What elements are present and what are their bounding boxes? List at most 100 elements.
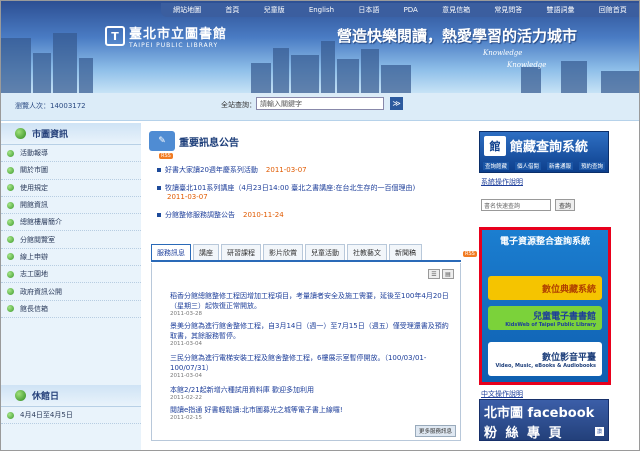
catalog-link[interactable]: 個人借閱	[514, 162, 541, 170]
catalog-link[interactable]: 查詢館藏	[482, 162, 509, 170]
grid-view-icon[interactable]: ▤	[442, 269, 454, 279]
slogan: 營造快樂閱讀，熱愛學習的活力城市	[337, 27, 578, 45]
logo-subtitle: TAIPEI PUBLIC LIBRARY	[129, 42, 219, 49]
tab-arts[interactable]: 社教藝文	[347, 244, 387, 260]
tab-service[interactable]: 服務訊息	[151, 244, 191, 260]
nav-faq[interactable]: 常見問答	[494, 5, 522, 15]
post-item[interactable]: 稻香分館總館整修工程因增加工程項目，考量讀者安全及施工需要，延後至100年4月2…	[170, 291, 455, 317]
catalog-icon: 館	[484, 136, 506, 156]
nav-back-to-library[interactable]: 回館首頁	[599, 5, 627, 15]
quick-search-input[interactable]: 書名快速查詢	[481, 199, 551, 211]
sidebar-item[interactable]: 分館閱覽室	[1, 231, 141, 249]
kids-ebook-banner[interactable]: 兒童電子書書館 KidsWeb of Taipei Public Library	[488, 306, 602, 330]
bullet-icon	[7, 201, 14, 209]
bullet-icon	[7, 288, 14, 296]
news-item[interactable]: 牧讀臺北101系列講座（4月23日14:00 臺北之書講座:在台北生存的一百個理…	[157, 183, 457, 193]
tab-course[interactable]: 研習課程	[221, 244, 261, 260]
tab-press[interactable]: 新聞稿	[389, 244, 422, 260]
holiday-item: 4月4日至4月5日	[1, 407, 141, 425]
rss-icon[interactable]: RSS	[159, 153, 173, 159]
quick-search-button[interactable]: 查詢	[555, 199, 576, 211]
catalog-banner[interactable]: 館 館藏查詢系統 查詢館藏 個人借閱 新書通報 預約查詢	[479, 131, 609, 173]
bullet-icon	[7, 253, 14, 261]
tab-lecture[interactable]: 講座	[193, 244, 219, 260]
bullet-icon	[157, 168, 161, 172]
post-item[interactable]: 三民分館為進行電梯安裝工程及館舍整修工程，6樓展示室暫停開放。（100/03/0…	[170, 353, 455, 379]
tab-panel: ☰ ▤ 稻香分館總館整修工程因增加工程項目，考量讀者安全及施工需要，延後至100…	[151, 263, 461, 441]
fb-line2: 粉 絲 專 頁	[484, 426, 564, 441]
nav-sitemap[interactable]: 網站地圖	[173, 5, 201, 15]
nav-english[interactable]: English	[309, 6, 334, 14]
tab-bar: 服務訊息 講座 研習課程 影片欣賞 兒童活動 社教藝文 新聞稿	[151, 244, 461, 262]
like-icon: 讚	[594, 427, 604, 436]
site-search-button[interactable]: ≫	[390, 97, 403, 110]
sidebar-item[interactable]: 志工園地	[1, 266, 141, 284]
nav-glossary[interactable]: 雙語詞彙	[547, 5, 575, 15]
sidebar-item[interactable]: 關於市圖	[1, 162, 141, 180]
globe-icon	[15, 128, 26, 139]
logo[interactable]: T 臺北市立圖書館 TAIPEI PUBLIC LIBRARY	[105, 23, 227, 49]
catalog-title: 館藏查詢系統	[510, 140, 589, 155]
nav-feedback[interactable]: 意見信箱	[442, 5, 470, 15]
library-logo-icon: T	[105, 26, 125, 46]
sidebar-item[interactable]: 使用規定	[1, 180, 141, 197]
sidebar-item[interactable]: 政府資訊公開	[1, 283, 141, 301]
sidebar-item[interactable]: 總館樓層簡介	[1, 214, 141, 232]
news-header: ✎ 重要訊息公告	[149, 131, 239, 151]
quick-search: 書名快速查詢 查詢	[481, 199, 576, 211]
visit-counter: 瀏覽人次：14003172	[15, 102, 86, 110]
more-button[interactable]: 更多服務訊息	[414, 425, 456, 437]
news-icon: ✎	[149, 131, 175, 151]
tab-kids[interactable]: 兒童活動	[305, 244, 345, 260]
facebook-banner[interactable]: 北市圖 facebook 粉 絲 專 頁 讚	[479, 399, 609, 441]
post-date: 2011-03-28	[170, 311, 202, 317]
news-date: 2011-03-07	[167, 193, 208, 201]
page: 網站地圖 首頁 兒童版 English 日本語 PDA 意見信箱 常見問答 雙語…	[0, 0, 640, 451]
view-toggle: ☰ ▤	[426, 269, 454, 279]
post-title: 景美分館為進行館舍整修工程，自3月14日（週一）至7月15日（週五）僅受理還書及…	[170, 322, 449, 340]
holiday-section: 休館日 4月4日至4月5日	[1, 385, 141, 425]
digital-archive-banner[interactable]: 數位典藏系統	[488, 276, 602, 300]
tab-film[interactable]: 影片欣賞	[263, 244, 303, 260]
nav-home[interactable]: 首頁	[225, 5, 239, 15]
post-date: 2011-03-04	[170, 373, 202, 379]
nav-japanese[interactable]: 日本語	[358, 5, 379, 15]
keyword-text: Knowledge	[483, 49, 523, 57]
holiday-title: 休館日	[32, 392, 60, 402]
sidebar-title: 市圖資訊	[32, 130, 69, 140]
holiday-header: 休館日	[1, 385, 141, 407]
fb-line1: 北市圖 facebook	[484, 406, 595, 421]
sidebar-item[interactable]: 線上申辦	[1, 249, 141, 267]
news-item[interactable]: 好書大家讀20週年慶系列活動 2011-03-07	[157, 165, 457, 175]
nav-pda[interactable]: PDA	[404, 6, 418, 14]
system-help-link[interactable]: 系統操作說明	[481, 177, 523, 187]
bullet-icon	[157, 186, 161, 190]
bullet-icon	[157, 213, 161, 217]
site-search-input[interactable]: 請輸入關鍵字	[256, 97, 384, 110]
list-view-icon[interactable]: ☰	[428, 269, 440, 279]
catalog-link[interactable]: 預約查詢	[578, 162, 605, 170]
chinese-help-link[interactable]: 中文操作說明	[481, 389, 523, 399]
bullet-icon	[7, 411, 14, 419]
av-platform-banner[interactable]: 數位影音平臺 Video, Music, eBooks & Audiobooks	[488, 342, 602, 376]
catalog-link[interactable]: 新書通報	[546, 162, 573, 170]
news-title: 重要訊息公告	[179, 137, 239, 149]
catalog-links: 查詢館藏 個人借閱 新書通報 預約查詢	[480, 162, 608, 170]
rss-icon[interactable]: RSS	[463, 251, 477, 257]
post-item[interactable]: 本館2/21起新增六種試用資料庫 歡迎多加利用 2011-02-22	[170, 385, 455, 401]
nav-kids[interactable]: 兒童版	[264, 5, 285, 15]
post-date: 2011-02-15	[170, 415, 202, 421]
header: 網站地圖 首頁 兒童版 English 日本語 PDA 意見信箱 常見問答 雙語…	[1, 1, 639, 93]
news-item[interactable]: 分館整修服務調整公告 2010-11-24	[157, 210, 457, 220]
bullet-icon	[7, 305, 14, 313]
search-label: 全站查詢：	[221, 101, 256, 109]
sidebar-item[interactable]: 開館資訊	[1, 197, 141, 215]
sidebar-item[interactable]: 館長信箱	[1, 301, 141, 318]
post-item[interactable]: 景美分館為進行館舍整修工程，自3月14日（週一）至7月15日（週五）僅受理還書及…	[170, 321, 455, 347]
bullet-icon	[7, 166, 14, 174]
post-title: 稻香分館總館整修工程因增加工程項目，考量讀者安全及施工需要，延後至100年4月2…	[170, 292, 449, 310]
post-item[interactable]: 閱讀e指通 好書輕鬆讀:北市圖募光之城等電子書上線囉! 2011-02-15	[170, 405, 455, 421]
post-date: 2011-02-22	[170, 395, 202, 401]
e-resource-box: 電子資源整合查詢系統 數位典藏系統 兒童電子書書館 KidsWeb of Tai…	[479, 227, 611, 385]
sidebar-item[interactable]: 活動報導	[1, 145, 141, 163]
